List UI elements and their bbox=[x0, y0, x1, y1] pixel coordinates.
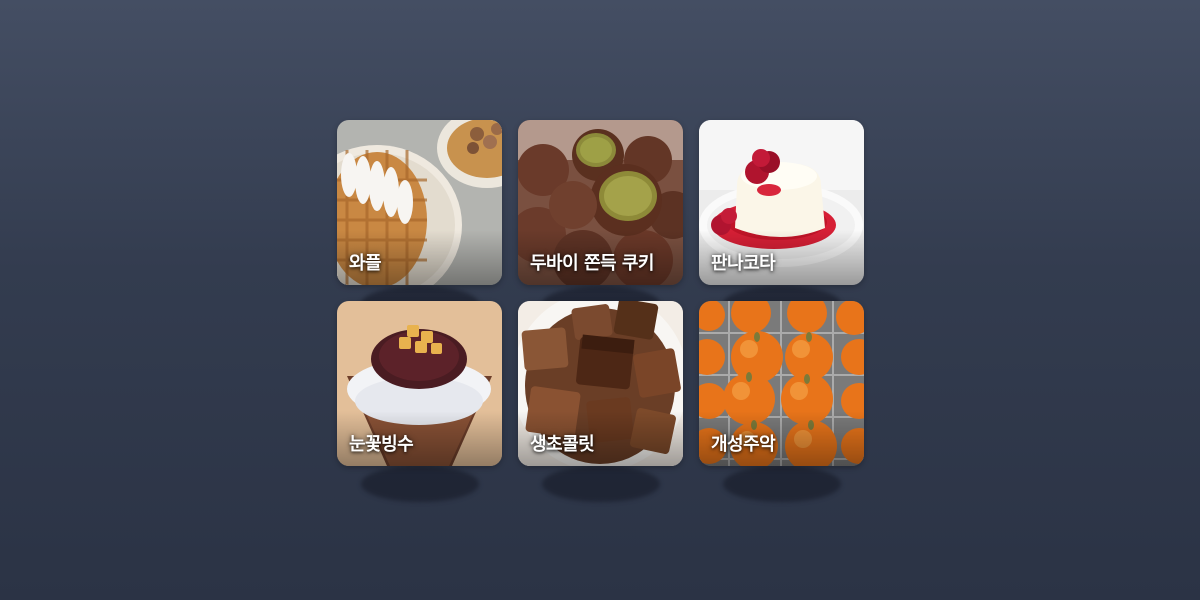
dessert-label: 판나코타 bbox=[711, 253, 776, 274]
dessert-card-bingsu[interactable]: 눈꽃빙수 bbox=[337, 301, 502, 466]
card-shadow bbox=[542, 466, 660, 502]
dessert-selection-screen: 와플 두바이 쫀득 쿠키 판나코타 눈꽃빙수 생초콜릿 개성주악 bbox=[0, 0, 1200, 600]
dessert-card-nama-chocolate[interactable]: 생초콜릿 bbox=[518, 301, 683, 466]
card-shadow bbox=[723, 466, 841, 502]
dessert-label: 눈꽃빙수 bbox=[349, 434, 414, 455]
dessert-label: 두바이 쫀득 쿠키 bbox=[530, 253, 654, 274]
dessert-grid: 와플 두바이 쫀득 쿠키 판나코타 눈꽃빙수 생초콜릿 개성주악 bbox=[337, 120, 864, 466]
dessert-label: 와플 bbox=[349, 253, 382, 274]
dessert-card-waffle[interactable]: 와플 bbox=[337, 120, 502, 285]
dessert-card-panna-cotta[interactable]: 판나코타 bbox=[699, 120, 864, 285]
dessert-label: 생초콜릿 bbox=[530, 434, 595, 455]
dessert-card-dubai-cookie[interactable]: 두바이 쫀득 쿠키 bbox=[518, 120, 683, 285]
dessert-label: 개성주악 bbox=[711, 434, 776, 455]
dessert-card-gaeseong-juak[interactable]: 개성주악 bbox=[699, 301, 864, 466]
card-shadow bbox=[361, 466, 479, 502]
